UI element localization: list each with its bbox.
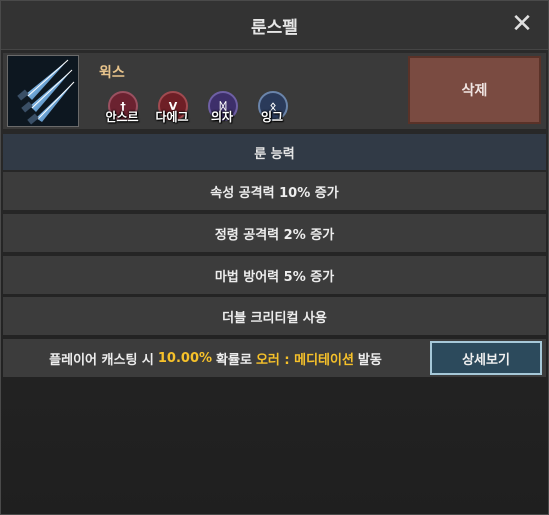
proc-aura-name: 오러 : 메디테이션	[255, 352, 354, 368]
proc-effect-row: 플레이어 캐스팅 시 10.00% 확률로 오러 : 메디테이션 발동 상세보기	[3, 339, 546, 377]
ability-line: 더블 크리티컬 사용	[3, 297, 546, 335]
rune-item-row: 윅스 † 안스르 V 다에그 ᛞ 의자 ᛟ 잉그 삭제	[3, 53, 546, 129]
delete-button[interactable]: 삭제	[408, 56, 541, 124]
ability-line: 속성 공격력 10% 증가	[3, 172, 546, 210]
proc-suffix: 발동	[357, 352, 382, 368]
rune-tag-label: 잉그	[260, 110, 284, 124]
proc-chance: 10.00%	[157, 350, 213, 366]
runespell-window: 룬스펠 ✕ 윅스 † 안스르 V 다에그 ᛞ 의자 ᛟ 잉그 삭제 룬 능력 속…	[0, 0, 549, 515]
proc-middle: 확률로	[216, 352, 252, 368]
window-title: 룬스펠	[251, 17, 298, 38]
close-icon[interactable]: ✕	[510, 11, 534, 37]
rune-tag: † 안스르	[99, 91, 141, 125]
title-bar: 룬스펠 ✕	[1, 1, 548, 50]
details-button[interactable]: 상세보기	[430, 341, 542, 375]
rune-tag: ᛞ 의자	[199, 91, 241, 125]
proc-prefix: 플레이어 캐스팅 시	[49, 352, 154, 368]
triple-blade-icon	[7, 55, 79, 127]
rune-abilities-header: 룬 능력	[3, 134, 546, 170]
rune-tag: V 다에그	[149, 91, 191, 125]
ability-line: 마법 방어력 5% 증가	[3, 256, 546, 294]
rune-tag-label: 안스르	[105, 110, 139, 124]
rune-tag-label: 다에그	[155, 110, 189, 124]
ability-line: 정령 공격력 2% 증가	[3, 214, 546, 252]
rune-tag-label: 의자	[210, 110, 234, 124]
rune-item-info: 윅스 † 안스르 V 다에그 ᛞ 의자 ᛟ 잉그	[87, 53, 403, 129]
rune-tag-list: † 안스르 V 다에그 ᛞ 의자 ᛟ 잉그	[99, 91, 291, 125]
rune-item-name: 윅스	[99, 65, 125, 81]
rune-tag: ᛟ 잉그	[249, 91, 291, 125]
proc-effect-text: 플레이어 캐스팅 시 10.00% 확률로 오러 : 메디테이션 발동	[3, 339, 428, 377]
